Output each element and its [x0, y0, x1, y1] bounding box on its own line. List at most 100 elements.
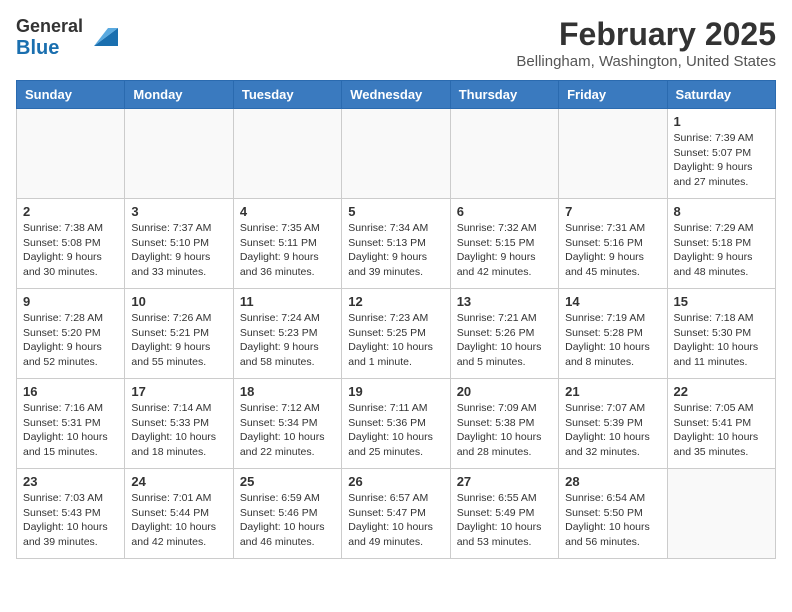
day-number: 22 — [674, 384, 769, 399]
col-wednesday: Wednesday — [342, 81, 450, 109]
day-info: Sunrise: 7:09 AM Sunset: 5:38 PM Dayligh… — [457, 401, 552, 460]
logo-general: General — [16, 16, 83, 36]
calendar-cell: 14 Sunrise: 7:19 AM Sunset: 5:28 PM Dayli… — [559, 289, 667, 379]
calendar-week-row: 23 Sunrise: 7:03 AM Sunset: 5:43 PM Dayli… — [17, 469, 776, 559]
day-number: 18 — [240, 384, 335, 399]
day-info: Sunrise: 7:14 AM Sunset: 5:33 PM Dayligh… — [131, 401, 226, 460]
calendar-cell — [17, 109, 125, 199]
day-info: Sunrise: 6:57 AM Sunset: 5:47 PM Dayligh… — [348, 491, 443, 550]
day-info: Sunrise: 7:28 AM Sunset: 5:20 PM Dayligh… — [23, 311, 118, 370]
calendar-cell: 1 Sunrise: 7:39 AM Sunset: 5:07 PM Daylig… — [667, 109, 775, 199]
day-info: Sunrise: 7:24 AM Sunset: 5:23 PM Dayligh… — [240, 311, 335, 370]
col-tuesday: Tuesday — [233, 81, 341, 109]
day-info: Sunrise: 7:26 AM Sunset: 5:21 PM Dayligh… — [131, 311, 226, 370]
day-info: Sunrise: 7:05 AM Sunset: 5:41 PM Dayligh… — [674, 401, 769, 460]
calendar-table: Sunday Monday Tuesday Wednesday Thursday… — [16, 80, 776, 559]
day-number: 20 — [457, 384, 552, 399]
calendar-cell: 6 Sunrise: 7:32 AM Sunset: 5:15 PM Daylig… — [450, 199, 558, 289]
calendar-cell: 19 Sunrise: 7:11 AM Sunset: 5:36 PM Dayli… — [342, 379, 450, 469]
col-sunday: Sunday — [17, 81, 125, 109]
logo-blue: Blue — [16, 37, 59, 59]
day-number: 11 — [240, 294, 335, 309]
calendar-cell: 18 Sunrise: 7:12 AM Sunset: 5:34 PM Dayli… — [233, 379, 341, 469]
day-info: Sunrise: 7:38 AM Sunset: 5:08 PM Dayligh… — [23, 221, 118, 280]
calendar-cell: 5Sunrise: 7:34 AM Sunset: 5:13 PM Daylig… — [342, 199, 450, 289]
logo: General Blue — [16, 16, 118, 60]
calendar-cell: 12Sunrise: 7:23 AM Sunset: 5:25 PM Dayli… — [342, 289, 450, 379]
calendar-cell: 21 Sunrise: 7:07 AM Sunset: 5:39 PM Dayli… — [559, 379, 667, 469]
calendar-cell: 11 Sunrise: 7:24 AM Sunset: 5:23 PM Dayli… — [233, 289, 341, 379]
day-info: Sunrise: 6:59 AM Sunset: 5:46 PM Dayligh… — [240, 491, 335, 550]
day-number: 16 — [23, 384, 118, 399]
calendar-cell — [342, 109, 450, 199]
calendar-week-row: 9Sunrise: 7:28 AM Sunset: 5:20 PM Daylig… — [17, 289, 776, 379]
calendar-cell: 27 Sunrise: 6:55 AM Sunset: 5:49 PM Dayli… — [450, 469, 558, 559]
calendar-cell — [559, 109, 667, 199]
day-info: Sunrise: 7:29 AM Sunset: 5:18 PM Dayligh… — [674, 221, 769, 280]
day-info: Sunrise: 7:11 AM Sunset: 5:36 PM Dayligh… — [348, 401, 443, 460]
calendar-cell: 24 Sunrise: 7:01 AM Sunset: 5:44 PM Dayli… — [125, 469, 233, 559]
calendar-cell: 13Sunrise: 7:21 AM Sunset: 5:26 PM Dayli… — [450, 289, 558, 379]
calendar-header-row: Sunday Monday Tuesday Wednesday Thursday… — [17, 81, 776, 109]
calendar-cell: 25 Sunrise: 6:59 AM Sunset: 5:46 PM Dayli… — [233, 469, 341, 559]
day-number: 4 — [240, 204, 335, 219]
day-info: Sunrise: 7:31 AM Sunset: 5:16 PM Dayligh… — [565, 221, 660, 280]
col-thursday: Thursday — [450, 81, 558, 109]
calendar-cell — [450, 109, 558, 199]
day-number: 28 — [565, 474, 660, 489]
day-number: 10 — [131, 294, 226, 309]
day-info: Sunrise: 7:12 AM Sunset: 5:34 PM Dayligh… — [240, 401, 335, 460]
calendar-cell: 17 Sunrise: 7:14 AM Sunset: 5:33 PM Dayli… — [125, 379, 233, 469]
day-number: 14 — [565, 294, 660, 309]
day-number: 7 — [565, 204, 660, 219]
day-info: Sunrise: 7:23 AM Sunset: 5:25 PM Dayligh… — [348, 311, 443, 370]
day-info: Sunrise: 7:01 AM Sunset: 5:44 PM Dayligh… — [131, 491, 226, 550]
day-number: 24 — [131, 474, 226, 489]
day-number: 15 — [674, 294, 769, 309]
calendar-cell — [667, 469, 775, 559]
day-number: 21 — [565, 384, 660, 399]
calendar-cell: 26 Sunrise: 6:57 AM Sunset: 5:47 PM Dayli… — [342, 469, 450, 559]
day-number: 23 — [23, 474, 118, 489]
day-info: Sunrise: 7:03 AM Sunset: 5:43 PM Dayligh… — [23, 491, 118, 550]
day-number: 19 — [348, 384, 443, 399]
month-title: February 2025 — [516, 16, 776, 53]
calendar-cell: 4 Sunrise: 7:35 AM Sunset: 5:11 PM Daylig… — [233, 199, 341, 289]
day-info: Sunrise: 7:16 AM Sunset: 5:31 PM Dayligh… — [23, 401, 118, 460]
day-number: 8 — [674, 204, 769, 219]
logo-icon — [86, 18, 118, 50]
calendar-cell: 15Sunrise: 7:18 AM Sunset: 5:30 PM Dayli… — [667, 289, 775, 379]
day-number: 5 — [348, 204, 443, 219]
day-number: 26 — [348, 474, 443, 489]
day-info: Sunrise: 7:19 AM Sunset: 5:28 PM Dayligh… — [565, 311, 660, 370]
day-info: Sunrise: 6:55 AM Sunset: 5:49 PM Dayligh… — [457, 491, 552, 550]
col-friday: Friday — [559, 81, 667, 109]
day-number: 1 — [674, 114, 769, 129]
day-number: 25 — [240, 474, 335, 489]
day-info: Sunrise: 7:39 AM Sunset: 5:07 PM Dayligh… — [674, 131, 769, 190]
calendar-week-row: 1 Sunrise: 7:39 AM Sunset: 5:07 PM Daylig… — [17, 109, 776, 199]
day-number: 6 — [457, 204, 552, 219]
calendar-cell: 10 Sunrise: 7:26 AM Sunset: 5:21 PM Dayli… — [125, 289, 233, 379]
day-info: Sunrise: 7:35 AM Sunset: 5:11 PM Dayligh… — [240, 221, 335, 280]
day-info: Sunrise: 7:32 AM Sunset: 5:15 PM Dayligh… — [457, 221, 552, 280]
day-number: 27 — [457, 474, 552, 489]
calendar-cell: 8 Sunrise: 7:29 AM Sunset: 5:18 PM Daylig… — [667, 199, 775, 289]
calendar-cell: 20 Sunrise: 7:09 AM Sunset: 5:38 PM Dayli… — [450, 379, 558, 469]
calendar-week-row: 2 Sunrise: 7:38 AM Sunset: 5:08 PM Daylig… — [17, 199, 776, 289]
calendar-cell: 3 Sunrise: 7:37 AM Sunset: 5:10 PM Daylig… — [125, 199, 233, 289]
day-number: 17 — [131, 384, 226, 399]
day-number: 3 — [131, 204, 226, 219]
calendar-cell: 2 Sunrise: 7:38 AM Sunset: 5:08 PM Daylig… — [17, 199, 125, 289]
calendar-cell: 22 Sunrise: 7:05 AM Sunset: 5:41 PM Dayli… — [667, 379, 775, 469]
calendar-cell: 16 Sunrise: 7:16 AM Sunset: 5:31 PM Dayli… — [17, 379, 125, 469]
day-info: Sunrise: 7:21 AM Sunset: 5:26 PM Dayligh… — [457, 311, 552, 370]
day-info: Sunrise: 7:07 AM Sunset: 5:39 PM Dayligh… — [565, 401, 660, 460]
title-block: February 2025 Bellingham, Washington, Un… — [516, 16, 776, 70]
day-info: Sunrise: 6:54 AM Sunset: 5:50 PM Dayligh… — [565, 491, 660, 550]
day-info: Sunrise: 7:37 AM Sunset: 5:10 PM Dayligh… — [131, 221, 226, 280]
calendar-week-row: 16 Sunrise: 7:16 AM Sunset: 5:31 PM Dayli… — [17, 379, 776, 469]
col-monday: Monday — [125, 81, 233, 109]
page-header: General Blue February 2025 Bellingham, W… — [16, 16, 776, 70]
day-number: 2 — [23, 204, 118, 219]
